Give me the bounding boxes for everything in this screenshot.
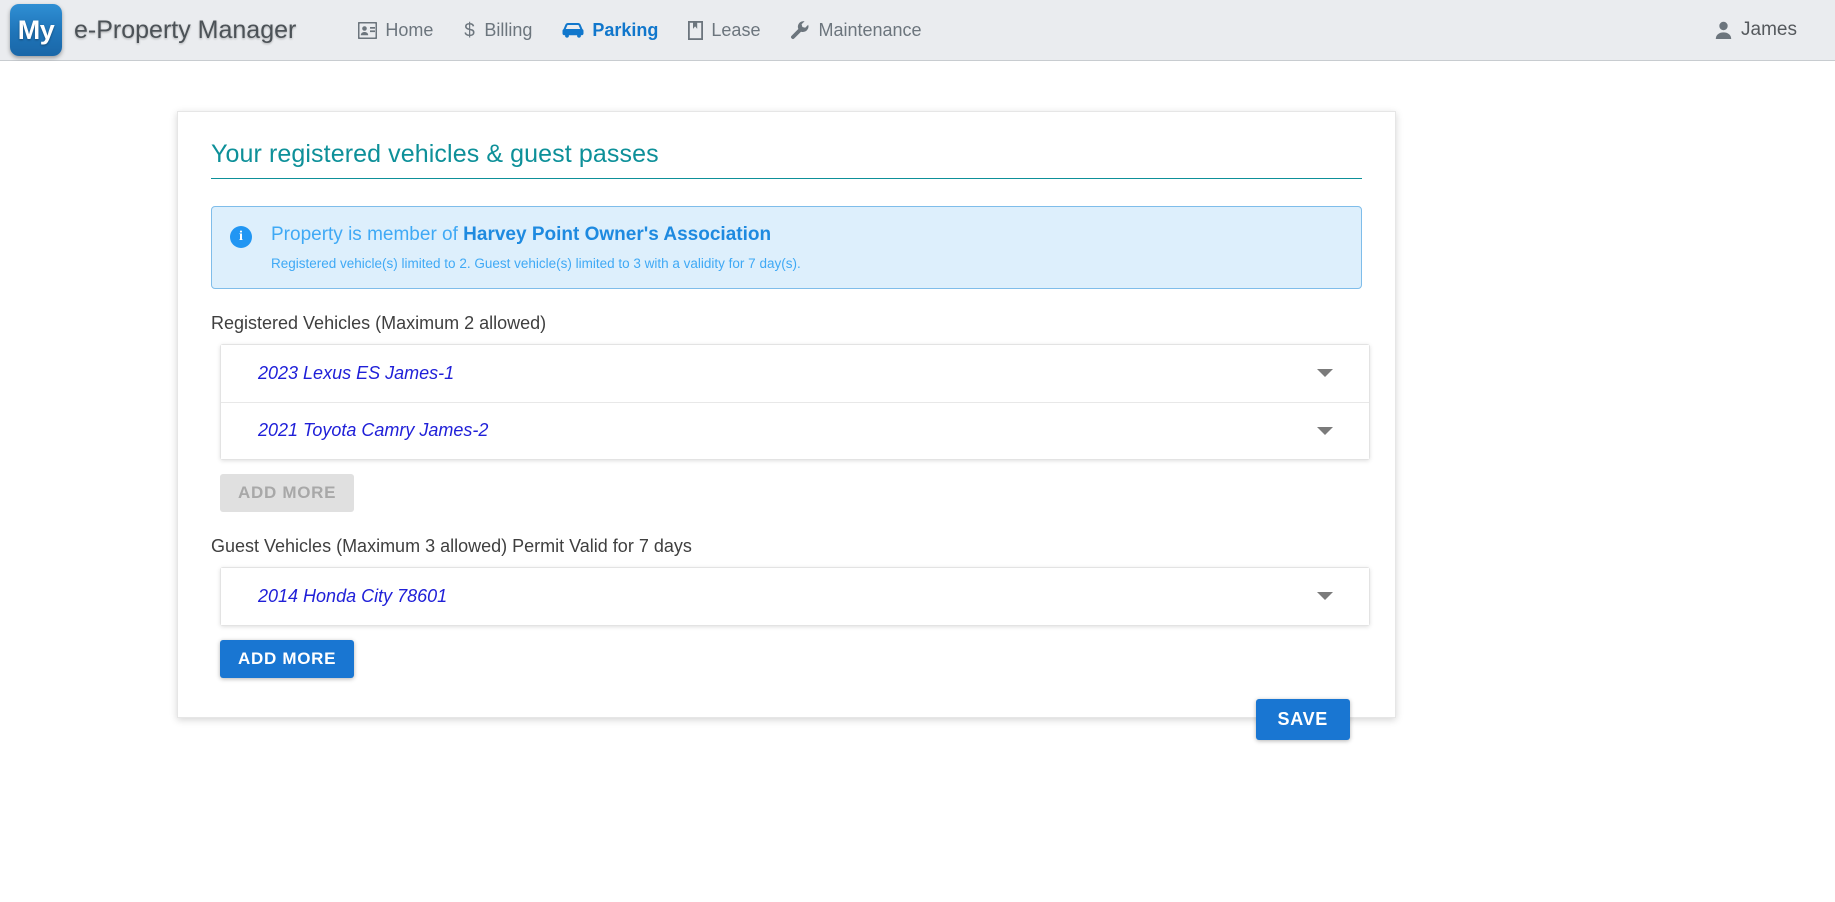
person-icon bbox=[1715, 21, 1732, 40]
dollar-icon: $ bbox=[463, 20, 476, 41]
user-name: James bbox=[1741, 19, 1797, 40]
svg-text:$: $ bbox=[465, 21, 476, 41]
list-item[interactable]: 2023 Lexus ES James-1 bbox=[221, 344, 1369, 402]
contact-card-icon bbox=[358, 21, 378, 39]
vehicle-name: 2014 Honda City 78601 bbox=[258, 585, 448, 606]
nav-item-billing[interactable]: $ Billing bbox=[463, 19, 533, 41]
registered-vehicles-label: Registered Vehicles (Maximum 2 allowed) bbox=[211, 312, 547, 333]
brand-logo[interactable]: My e-Property Manager bbox=[10, 0, 296, 60]
list-item[interactable]: 2021 Toyota Camry James-2 bbox=[221, 401, 1369, 459]
app-logo-icon: My bbox=[10, 4, 62, 56]
nav-item-maintenance[interactable]: Maintenance bbox=[790, 19, 922, 41]
page-body: Your registered vehicles & guest passes … bbox=[0, 61, 1835, 902]
top-navbar: My e-Property Manager Home $ Billing Par… bbox=[0, 0, 1835, 61]
nav-item-parking-label: Parking bbox=[592, 19, 659, 40]
chevron-down-icon[interactable] bbox=[1317, 369, 1333, 378]
main-nav: Home $ Billing Parking Lease Maintenance bbox=[358, 19, 922, 41]
guest-vehicles-list: 2014 Honda City 78601 bbox=[220, 566, 1370, 626]
add-more-registered-button[interactable]: ADD MORE bbox=[220, 473, 355, 512]
wrench-icon bbox=[790, 20, 810, 40]
association-alert: i Property is member of Harvey Point Own… bbox=[211, 206, 1362, 289]
nav-item-maintenance-label: Maintenance bbox=[818, 19, 922, 40]
car-icon bbox=[562, 22, 584, 38]
vehicle-name: 2021 Toyota Camry James-2 bbox=[258, 420, 489, 441]
chevron-down-icon[interactable] bbox=[1317, 592, 1333, 601]
user-menu[interactable]: James bbox=[1715, 0, 1797, 60]
alert-main-text: Property is member of Harvey Point Owner… bbox=[271, 223, 801, 247]
alert-body: Property is member of Harvey Point Owner… bbox=[271, 223, 801, 271]
nav-item-home[interactable]: Home bbox=[358, 20, 433, 41]
info-icon: i bbox=[230, 226, 252, 248]
guest-vehicles-label: Guest Vehicles (Maximum 3 allowed) Permi… bbox=[211, 535, 692, 556]
alert-subtext: Registered vehicle(s) limited to 2. Gues… bbox=[271, 255, 801, 271]
list-item[interactable]: 2014 Honda City 78601 bbox=[221, 567, 1369, 625]
chevron-down-icon[interactable] bbox=[1317, 426, 1333, 435]
nav-item-parking[interactable]: Parking bbox=[562, 20, 658, 41]
nav-item-home-label: Home bbox=[385, 19, 434, 40]
nav-item-billing-label: Billing bbox=[484, 19, 533, 40]
book-icon bbox=[688, 20, 704, 40]
add-more-guest-button[interactable]: ADD MORE bbox=[220, 639, 355, 678]
association-name: Harvey Point Owner's Association bbox=[463, 224, 772, 245]
save-button[interactable]: SAVE bbox=[1255, 698, 1350, 740]
save-row: SAVE bbox=[211, 698, 1362, 740]
brand-name: e-Property Manager bbox=[74, 15, 297, 44]
title-divider bbox=[211, 178, 1362, 179]
registered-vehicles-list: 2023 Lexus ES James-1 2021 Toyota Camry … bbox=[220, 343, 1370, 460]
page-title: Your registered vehicles & guest passes bbox=[211, 140, 659, 168]
alert-text-prefix: Property is member of bbox=[271, 224, 464, 245]
vehicle-name: 2023 Lexus ES James-1 bbox=[258, 362, 455, 383]
parking-card: Your registered vehicles & guest passes … bbox=[177, 111, 1396, 740]
logo-text: My bbox=[17, 14, 55, 45]
nav-item-lease-label: Lease bbox=[711, 19, 761, 40]
nav-item-lease[interactable]: Lease bbox=[688, 20, 760, 41]
